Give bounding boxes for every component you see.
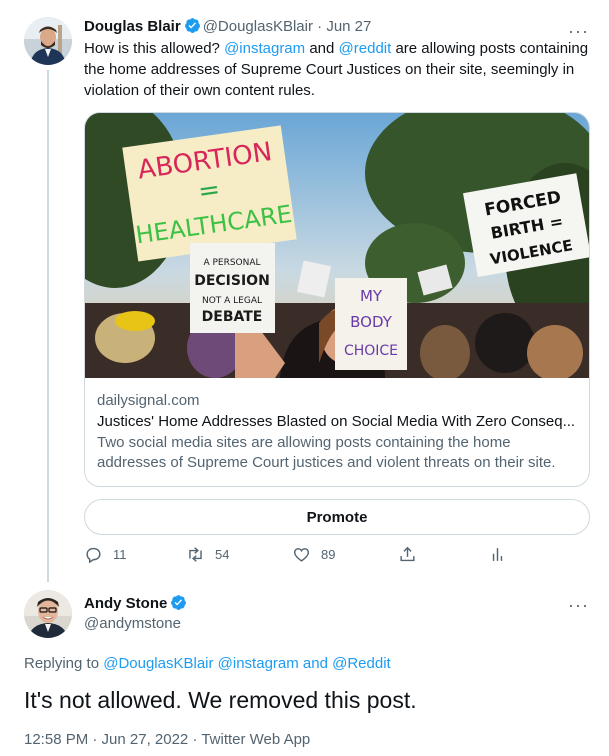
tweet2-handle[interactable]: @andymstone (84, 614, 181, 634)
analytics-icon (492, 548, 503, 561)
tweet2-more-icon[interactable]: ··· (568, 596, 589, 614)
promote-button[interactable]: Promote (84, 499, 590, 535)
link-card-description: Two social media sites are allowing post… (97, 434, 556, 471)
sign-body: BODY (350, 313, 393, 331)
tweet1-text: How is this allowed? @instagram and @red… (84, 38, 589, 101)
analytics-button[interactable] (488, 545, 507, 564)
replying-to-mentions[interactable]: @DouglasKBlair @instagram and @Reddit (103, 655, 390, 672)
sign-decision: DECISION (194, 273, 270, 289)
avatar-image (24, 17, 72, 65)
like-icon (293, 548, 310, 562)
tweet1-header: Douglas Blair @DouglasKBlair · Jun 27 (84, 17, 371, 37)
retweet-icon (189, 547, 202, 562)
link-card-domain: dailysignal.com (97, 392, 200, 409)
tweet1-more-icon[interactable]: ··· (568, 22, 589, 40)
sign-debate: DEBATE (202, 309, 263, 325)
mention-reddit[interactable]: @reddit (339, 40, 392, 57)
tweet2-text: It's not allowed. We removed this post. (24, 687, 417, 713)
avatar-image (24, 590, 72, 638)
avatar-douglas-blair[interactable] (24, 17, 72, 65)
sign-equals: = (196, 175, 222, 208)
tweet1-handle[interactable]: @DouglasKBlair (203, 18, 313, 35)
like-button[interactable]: 89 (292, 545, 335, 564)
tweet2-timestamp[interactable]: 12:58 PM · Jun 27, 2022 · Twitter Web Ap… (24, 730, 310, 750)
reply-count: 11 (113, 547, 127, 562)
tweet1-action-bar: 11 54 89 (84, 545, 514, 569)
avatar-andy-stone[interactable] (24, 590, 72, 638)
share-button[interactable] (398, 545, 417, 564)
tweet1-author-name[interactable]: Douglas Blair (84, 18, 181, 35)
sign-legal: NOT A LEGAL (202, 296, 262, 306)
verified-badge-icon (171, 595, 187, 610)
tweet1-text-mid: and (305, 40, 339, 57)
tweet2-header: Andy Stone (84, 594, 189, 614)
replying-to: Replying to @DouglasKBlair @instagram an… (24, 654, 391, 674)
link-card-image: ABORTION = HEALTHCARE A PERSONAL DECISIO… (85, 113, 589, 378)
like-count: 89 (321, 547, 336, 562)
replying-prefix: Replying to (24, 655, 104, 672)
link-card-body: dailysignal.com Justices' Home Addresses… (97, 391, 577, 473)
tweet1-date[interactable]: Jun 27 (326, 18, 371, 35)
link-card[interactable]: ABORTION = HEALTHCARE A PERSONAL DECISIO… (84, 112, 590, 487)
sign-choice: CHOICE (344, 343, 398, 359)
verified-badge-icon (184, 18, 200, 33)
thread-connector-line (47, 70, 49, 582)
reply-button[interactable]: 11 (84, 545, 127, 564)
retweet-count: 54 (215, 547, 230, 562)
tweet1-separator: · (317, 18, 323, 35)
sign-personal: A PERSONAL (203, 258, 260, 268)
share-icon (400, 546, 415, 562)
reply-icon (86, 547, 101, 564)
tweet2-author-name[interactable]: Andy Stone (84, 595, 167, 612)
sign-my: MY (360, 287, 383, 305)
tweet1-text-before: How is this allowed? (84, 40, 225, 57)
retweet-button[interactable]: 54 (186, 545, 229, 564)
link-card-title: Justices' Home Addresses Blasted on Soci… (97, 413, 576, 430)
mention-instagram[interactable]: @instagram (224, 40, 305, 57)
